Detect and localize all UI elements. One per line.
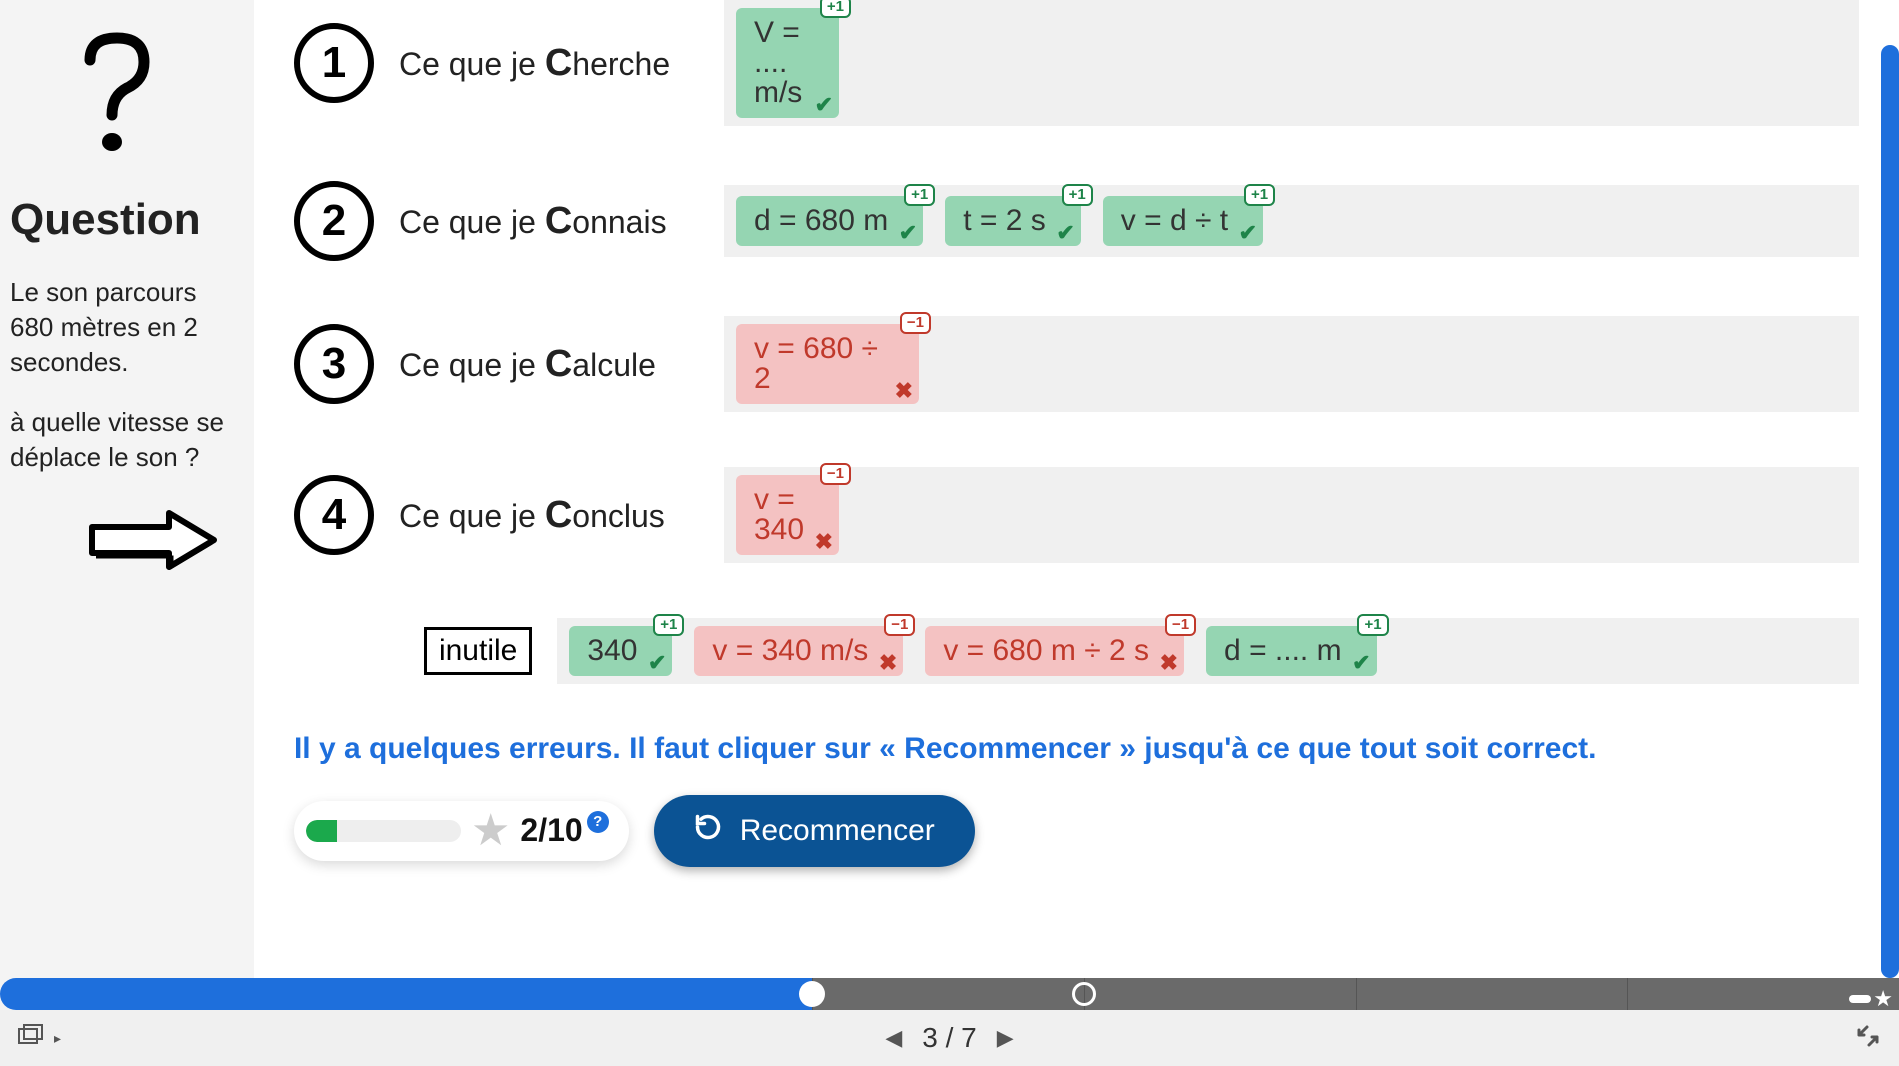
chevron-right-icon[interactable]: ▸ bbox=[54, 1030, 61, 1047]
progress-seg-3[interactable] bbox=[541, 978, 812, 1010]
card-text: v = 680 m ÷ 2 s bbox=[943, 636, 1149, 666]
inutile-label: inutile bbox=[424, 627, 532, 675]
check-icon: ✔ bbox=[815, 94, 833, 116]
cross-icon: ✖ bbox=[895, 380, 913, 402]
progress-seg-1[interactable] bbox=[0, 978, 271, 1010]
check-icon: ✔ bbox=[1056, 222, 1074, 244]
step-tray-1[interactable]: V = .... m/s +1 ✔ bbox=[724, 0, 1859, 126]
progress-seg-2[interactable] bbox=[271, 978, 542, 1010]
score-badge: −1 bbox=[1165, 614, 1196, 636]
step2-card-0[interactable]: d = 680 m+1✔ bbox=[736, 196, 923, 246]
check-icon: ✔ bbox=[899, 222, 917, 244]
refresh-icon bbox=[694, 813, 722, 849]
question-title: Question bbox=[10, 195, 201, 245]
question-sidebar: Question Le son parcours 680 mètres en 2… bbox=[0, 0, 254, 978]
inutile-tray[interactable]: 340+1✔ v = 340 m/s−1✖ v = 680 m ÷ 2 s−1✖ d … bbox=[557, 618, 1859, 684]
card-text: d = .... m bbox=[1224, 636, 1342, 666]
step-tray-4[interactable]: v = 340−1✖ bbox=[724, 467, 1859, 563]
footer: ▸ ◀ 3 / 7 ▶ bbox=[0, 1010, 1899, 1066]
score-pill: ★ 2/10 ? bbox=[294, 801, 629, 861]
step3-card-0[interactable]: v = 680 ÷ 2−1✖ bbox=[736, 324, 919, 404]
step-number: 4 bbox=[294, 475, 374, 555]
card-text: V = .... m/s bbox=[754, 18, 804, 108]
question-text-1: Le son parcours 680 mètres en 2 secondes… bbox=[10, 275, 224, 380]
score-badge: −1 bbox=[820, 463, 851, 485]
question-text-2: à quelle vitesse se déplace le son ? bbox=[10, 405, 224, 475]
inutile-card-1[interactable]: v = 340 m/s−1✖ bbox=[694, 626, 903, 676]
step2-card-1[interactable]: t = 2 s+1✔ bbox=[945, 196, 1081, 246]
score-text: 2/10 bbox=[520, 812, 582, 849]
pager: ◀ 3 / 7 ▶ bbox=[885, 1022, 1013, 1054]
score-badge: −1 bbox=[884, 614, 915, 636]
score-badge: +1 bbox=[904, 184, 935, 206]
cross-icon: ✖ bbox=[1160, 652, 1178, 674]
score-badge: +1 bbox=[653, 614, 684, 636]
card-text: v = 680 ÷ 2 bbox=[754, 334, 884, 394]
progress-seg-6[interactable] bbox=[1356, 978, 1628, 1010]
step-label: Ce que je Cherche bbox=[399, 42, 699, 85]
check-icon: ✔ bbox=[648, 652, 666, 674]
inutile-card-0[interactable]: 340+1✔ bbox=[569, 626, 672, 676]
progress-seg-5[interactable] bbox=[1084, 978, 1356, 1010]
step-number: 2 bbox=[294, 181, 374, 261]
step-tray-3[interactable]: v = 680 ÷ 2−1✖ bbox=[724, 316, 1859, 412]
check-icon: ✔ bbox=[1239, 222, 1257, 244]
card-text: v = d ÷ t bbox=[1121, 206, 1228, 236]
next-page-button[interactable]: ▶ bbox=[997, 1025, 1014, 1051]
restart-label: Recommencer bbox=[740, 814, 935, 848]
inutile-card-3[interactable]: d = .... m+1✔ bbox=[1206, 626, 1377, 676]
card-text: 340 bbox=[587, 636, 637, 666]
step-label: Ce que je Calcule bbox=[399, 343, 699, 386]
step-label: Ce que je Connais bbox=[399, 200, 699, 243]
question-mark-icon bbox=[72, 30, 162, 165]
step4-card-0[interactable]: v = 340−1✖ bbox=[736, 475, 839, 555]
cross-icon: ✖ bbox=[879, 652, 897, 674]
step2-card-2[interactable]: v = d ÷ t+1✔ bbox=[1103, 196, 1263, 246]
step-3: 3 Ce que je Calcule v = 680 ÷ 2−1✖ bbox=[294, 316, 1859, 412]
arrow-right-icon bbox=[84, 505, 224, 580]
score-bar bbox=[306, 820, 461, 842]
card-text: t = 2 s bbox=[963, 206, 1046, 236]
score-badge: +1 bbox=[820, 0, 851, 18]
step-label: Ce que je Conclus bbox=[399, 494, 699, 537]
inutile-row: inutile 340+1✔ v = 340 m/s−1✖ v = 680 m ÷ … bbox=[294, 618, 1859, 684]
step-tray-2[interactable]: d = 680 m+1✔t = 2 s+1✔v = d ÷ t+1✔ bbox=[724, 185, 1859, 257]
card-text: d = 680 m bbox=[754, 206, 888, 236]
progress-bar[interactable]: ★ bbox=[0, 978, 1899, 1010]
step-4: 4 Ce que je Conclus v = 340−1✖ bbox=[294, 467, 1859, 563]
progress-seg-7[interactable]: ★ bbox=[1627, 978, 1899, 1010]
progress-seg-4[interactable] bbox=[812, 978, 1084, 1010]
cross-icon: ✖ bbox=[815, 531, 833, 553]
card-text: v = 340 m/s bbox=[712, 636, 868, 666]
step-2: 2Ce que je Connaisd = 680 m+1✔t = 2 s+1✔… bbox=[294, 181, 1859, 261]
score-badge: +1 bbox=[1244, 184, 1275, 206]
scrollbar[interactable] bbox=[1881, 45, 1899, 978]
step-number: 1 bbox=[294, 23, 374, 103]
star-icon: ★ bbox=[471, 809, 510, 853]
prev-page-button[interactable]: ◀ bbox=[885, 1025, 902, 1051]
main-area: 1 Ce que je Cherche V = .... m/s +1 ✔ 2 Ce que… bbox=[254, 0, 1899, 978]
card-text: v = 340 bbox=[754, 485, 804, 545]
inutile-card-2[interactable]: v = 680 m ÷ 2 s−1✖ bbox=[925, 626, 1184, 676]
collapse-icon[interactable] bbox=[1855, 1036, 1881, 1053]
step-1: 1 Ce que je Cherche V = .... m/s +1 ✔ bbox=[294, 0, 1859, 126]
step-number: 3 bbox=[294, 324, 374, 404]
feedback-text: Il y a quelques erreurs. Il faut cliquer… bbox=[294, 729, 1859, 770]
page-indicator: 3 / 7 bbox=[922, 1022, 977, 1054]
restart-button[interactable]: Recommencer bbox=[654, 795, 975, 867]
score-badge: +1 bbox=[1062, 184, 1093, 206]
score-badge: −1 bbox=[900, 312, 931, 334]
pages-icon[interactable] bbox=[18, 1024, 44, 1052]
step1-card-0[interactable]: V = .... m/s+1✔ bbox=[736, 8, 839, 118]
check-icon: ✔ bbox=[1352, 652, 1370, 674]
help-icon[interactable]: ? bbox=[587, 811, 609, 833]
score-badge: +1 bbox=[1357, 614, 1388, 636]
